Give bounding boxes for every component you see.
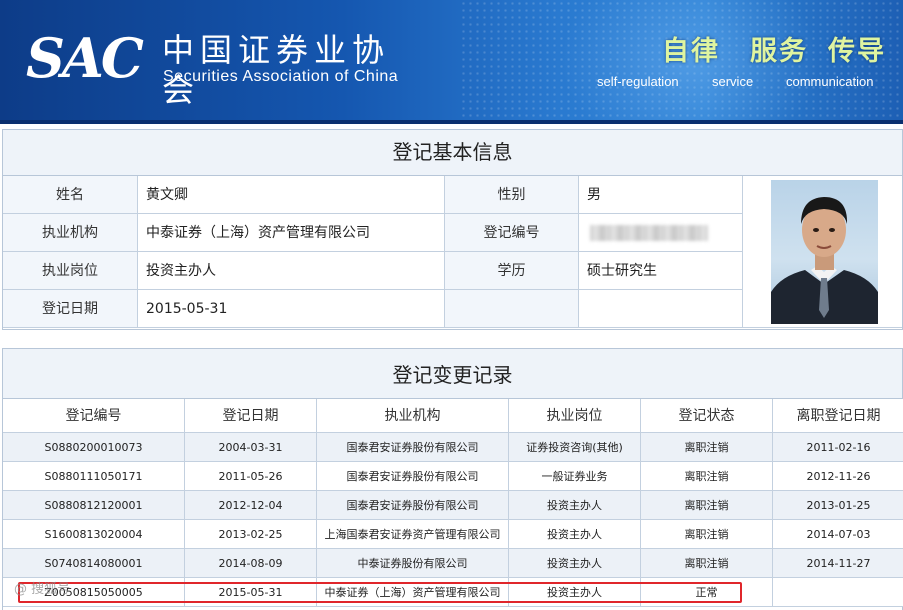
cell-position: 投资主办人 <box>509 549 641 578</box>
name-value: 黄文卿 <box>138 176 445 214</box>
table-row[interactable]: S0880111050171 2011-05-26 国泰君安证券股份有限公司 一… <box>3 462 903 491</box>
column-header-position[interactable]: 执业岗位 <box>509 399 641 433</box>
table-row[interactable]: S1600813020004 2013-02-25 上海国泰君安证券资产管理有限… <box>3 520 903 549</box>
reg-date-label: 登记日期 <box>3 290 138 328</box>
cell-reg-date: 2012-12-04 <box>185 491 317 520</box>
cell-reg-date: 2015-05-31 <box>185 578 317 607</box>
cell-reg-date: 2014-08-09 <box>185 549 317 578</box>
cell-org: 中泰证券股份有限公司 <box>317 549 509 578</box>
cell-position: 投资主办人 <box>509 578 641 607</box>
reg-date-value: 2015-05-31 <box>138 290 445 328</box>
org-label: 执业机构 <box>3 214 138 252</box>
table-row[interactable]: S0740814080001 2014-08-09 中泰证券股份有限公司 投资主… <box>3 549 903 578</box>
table-row-current[interactable]: Z0050815050005 2015-05-31 中泰证券（上海）资产管理有限… <box>3 578 903 607</box>
cell-reg-date: 2011-05-26 <box>185 462 317 491</box>
column-header-leave-date[interactable]: 离职登记日期 <box>773 399 903 433</box>
cell-status: 离职注销 <box>641 491 773 520</box>
org-name-cn: 中国证券业协会 <box>162 31 391 109</box>
change-records-table: 登记编号 登记日期 执业机构 执业岗位 登记状态 离职登记日期 S0880200… <box>3 399 903 610</box>
change-records-title: 登记变更记录 <box>3 349 902 399</box>
cell-reg-no: S0880111050171 <box>3 462 185 491</box>
profile-photo <box>771 180 878 324</box>
cell-reg-no: S0880812120001 <box>3 491 185 520</box>
banner-bottom-line <box>0 120 903 124</box>
column-header-status[interactable]: 登记状态 <box>641 399 773 433</box>
cell-org: 上海国泰君安证券资产管理有限公司 <box>317 520 509 549</box>
table-row[interactable]: S0880812120001 2012-12-04 国泰君安证券股份有限公司 投… <box>3 491 903 520</box>
education-label: 学历 <box>445 252 579 290</box>
basic-info-grid: 姓名 黄文卿 性别 男 执业机构 中泰证券（上海）资产管理有限公司 登记编号 执… <box>3 176 902 329</box>
gender-label: 性别 <box>445 176 579 214</box>
cell-position: 证券投资咨询(其他) <box>509 433 641 462</box>
column-header-reg-date[interactable]: 登记日期 <box>185 399 317 433</box>
basic-info-title: 登记基本信息 <box>3 130 902 176</box>
cell-reg-no: S0740814080001 <box>3 549 185 578</box>
cell-leave-date: 2012-11-26 <box>773 462 903 491</box>
basic-info-section: 登记基本信息 姓名 黄文卿 性别 男 执业机构 中泰证券（上海）资产管理有限公司… <box>2 129 903 330</box>
reg-no-label: 登记编号 <box>445 214 579 252</box>
slogan-communication-en: communication <box>786 74 874 89</box>
slogan-communication-cn: 传导 <box>828 36 886 67</box>
cell-position: 投资主办人 <box>509 491 641 520</box>
education-value: 硕士研究生 <box>579 252 743 290</box>
slogan-service-en: service <box>712 74 754 89</box>
cell-position: 一般证券业务 <box>509 462 641 491</box>
column-header-reg-no[interactable]: 登记编号 <box>3 399 185 433</box>
source-watermark: @ 搜狐号 <box>14 582 71 597</box>
slogan-service-cn: 服务 <box>750 36 808 67</box>
cell-reg-no: S1600813020004 <box>3 520 185 549</box>
position-value: 投资主办人 <box>138 252 445 290</box>
gender-value: 男 <box>579 176 743 214</box>
cell-leave-date: 2013-01-25 <box>773 491 903 520</box>
cell-status: 正常 <box>641 578 773 607</box>
reg-no-value-blurred <box>579 214 743 252</box>
cell-status: 离职注销 <box>641 462 773 491</box>
cell-status: 离职注销 <box>641 433 773 462</box>
cell-status: 离职注销 <box>641 520 773 549</box>
org-value: 中泰证券（上海）资产管理有限公司 <box>138 214 445 252</box>
name-label: 姓名 <box>3 176 138 214</box>
header-banner: SAC 中国证券业协会 Securities Association of Ch… <box>0 0 903 124</box>
cell-status: 离职注销 <box>641 549 773 578</box>
cell-reg-date: 2013-02-25 <box>185 520 317 549</box>
table-header-row: 登记编号 登记日期 执业机构 执业岗位 登记状态 离职登记日期 <box>3 399 903 433</box>
cell-org: 国泰君安证券股份有限公司 <box>317 462 509 491</box>
photo-cell <box>743 176 902 328</box>
org-name-en: Securities Association of China <box>163 68 399 85</box>
cell-reg-no: S0880200010073 <box>3 433 185 462</box>
sac-logo[interactable]: SAC <box>26 28 146 88</box>
portrait-icon <box>771 197 878 324</box>
redacted-blur <box>590 225 708 241</box>
cell-reg-date: 2004-03-31 <box>185 433 317 462</box>
cell-org: 中泰证券（上海）资产管理有限公司 <box>317 578 509 607</box>
cell-position: 投资主办人 <box>509 520 641 549</box>
cell-leave-date <box>773 578 903 607</box>
position-label: 执业岗位 <box>3 252 138 290</box>
change-records-section: 登记变更记录 登记编号 登记日期 执业机构 执业岗位 登记状态 离职登记日期 S… <box>2 348 903 610</box>
cell-leave-date: 2011-02-16 <box>773 433 903 462</box>
table-row[interactable]: S0880200010073 2004-03-31 国泰君安证券股份有限公司 证… <box>3 433 903 462</box>
empty-label-cell <box>445 290 579 328</box>
empty-value-cell <box>579 290 743 328</box>
cell-leave-date: 2014-11-27 <box>773 549 903 578</box>
slogan-self-regulation-cn: 自律 <box>662 36 720 67</box>
cell-org: 国泰君安证券股份有限公司 <box>317 433 509 462</box>
cell-leave-date: 2014-07-03 <box>773 520 903 549</box>
column-header-org[interactable]: 执业机构 <box>317 399 509 433</box>
slogan-self-regulation-en: self-regulation <box>597 74 679 89</box>
cell-org: 国泰君安证券股份有限公司 <box>317 491 509 520</box>
